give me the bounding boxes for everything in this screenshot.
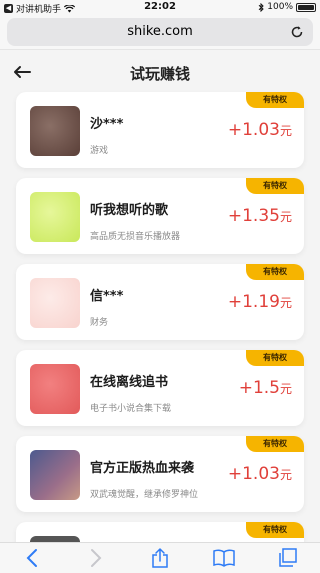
privilege-badge: 有特权	[246, 522, 304, 538]
browser-back-button[interactable]	[18, 546, 46, 570]
privilege-badge: 有特权	[246, 350, 304, 366]
app-name: 沙***	[90, 117, 124, 132]
battery-percent: 100%	[267, 2, 293, 12]
forward-arrow-icon	[91, 549, 102, 567]
app-description: 电子书小说合集下载	[90, 404, 172, 414]
reward-unit: 元	[279, 468, 292, 482]
reward-amount: +1.5元	[239, 378, 292, 398]
address-bar[interactable]: shike.com	[7, 18, 313, 46]
task-card[interactable]: 有特权 信*** 财务 +1.19元	[16, 264, 304, 340]
share-icon	[152, 547, 168, 568]
task-card[interactable]: 有特权 官方正版热血来袭 双武魂觉醒，继承修罗神位 +1.03元	[16, 436, 304, 512]
app-description: 游戏	[90, 146, 109, 156]
app-description: 财务	[90, 318, 109, 328]
bluetooth-icon	[258, 2, 264, 12]
tabs-button[interactable]	[274, 546, 302, 570]
browser-address-area: shike.com	[0, 14, 320, 50]
status-bar: ◀ 对讲机助手 22:02 100%	[0, 0, 320, 15]
reward-unit: 元	[279, 296, 292, 310]
app-description: 高品质无损音乐播放器	[90, 232, 181, 242]
reward-value: +1.5	[238, 378, 280, 398]
reward-unit: 元	[279, 210, 292, 224]
privilege-badge: 有特权	[246, 178, 304, 194]
browser-forward-button[interactable]	[82, 546, 110, 570]
reward-amount: +1.19元	[228, 292, 292, 312]
reward-amount: +1.03元	[228, 464, 292, 484]
app-icon	[30, 364, 80, 414]
status-right: 100%	[258, 2, 316, 12]
reward-value: +1.03	[227, 120, 280, 140]
app-name: 在线离线追书	[90, 375, 169, 390]
reward-unit: 元	[279, 382, 292, 396]
url-text: shike.com	[127, 24, 193, 39]
share-button[interactable]	[146, 546, 174, 570]
task-card[interactable]: 有特权 沙*** 游戏 +1.03元	[16, 92, 304, 168]
app-icon	[30, 450, 80, 500]
reward-amount: +1.03元	[228, 120, 292, 140]
browser-toolbar	[0, 542, 320, 573]
task-card[interactable]: 有特权 听我想听的歌 高品质无损音乐播放器 +1.35元	[16, 178, 304, 254]
page-title: 试玩赚钱	[129, 65, 190, 83]
app-name: 官方正版热血来袭	[90, 461, 195, 476]
reward-value: +1.35	[227, 206, 280, 226]
reward-value: +1.19	[227, 292, 280, 312]
tabs-icon	[279, 548, 297, 567]
app-name: 信***	[90, 289, 124, 304]
app-icon	[30, 278, 80, 328]
app-icon	[30, 192, 80, 242]
bookmarks-button[interactable]	[210, 546, 238, 570]
task-card[interactable]: 有特权 在线离线追书 电子书小说合集下载 +1.5元	[16, 350, 304, 426]
page-header: 试玩赚钱	[0, 50, 320, 94]
privilege-badge: 有特权	[246, 264, 304, 280]
task-list: 有特权 沙*** 游戏 +1.03元 有特权 听我想听的歌 高品质无损音乐播放器…	[16, 92, 304, 552]
reward-amount: +1.35元	[228, 206, 292, 226]
privilege-badge: 有特权	[246, 92, 304, 108]
reward-unit: 元	[279, 124, 292, 138]
bookmarks-icon	[213, 549, 235, 567]
reload-icon[interactable]	[289, 24, 305, 40]
reward-value: +1.03	[227, 464, 280, 484]
back-arrow-icon	[26, 549, 37, 567]
app-description: 双武魂觉醒，继承修罗神位	[90, 490, 199, 500]
app-icon	[30, 106, 80, 156]
privilege-badge: 有特权	[246, 436, 304, 452]
battery-icon	[296, 2, 316, 12]
app-name: 听我想听的歌	[90, 203, 169, 218]
